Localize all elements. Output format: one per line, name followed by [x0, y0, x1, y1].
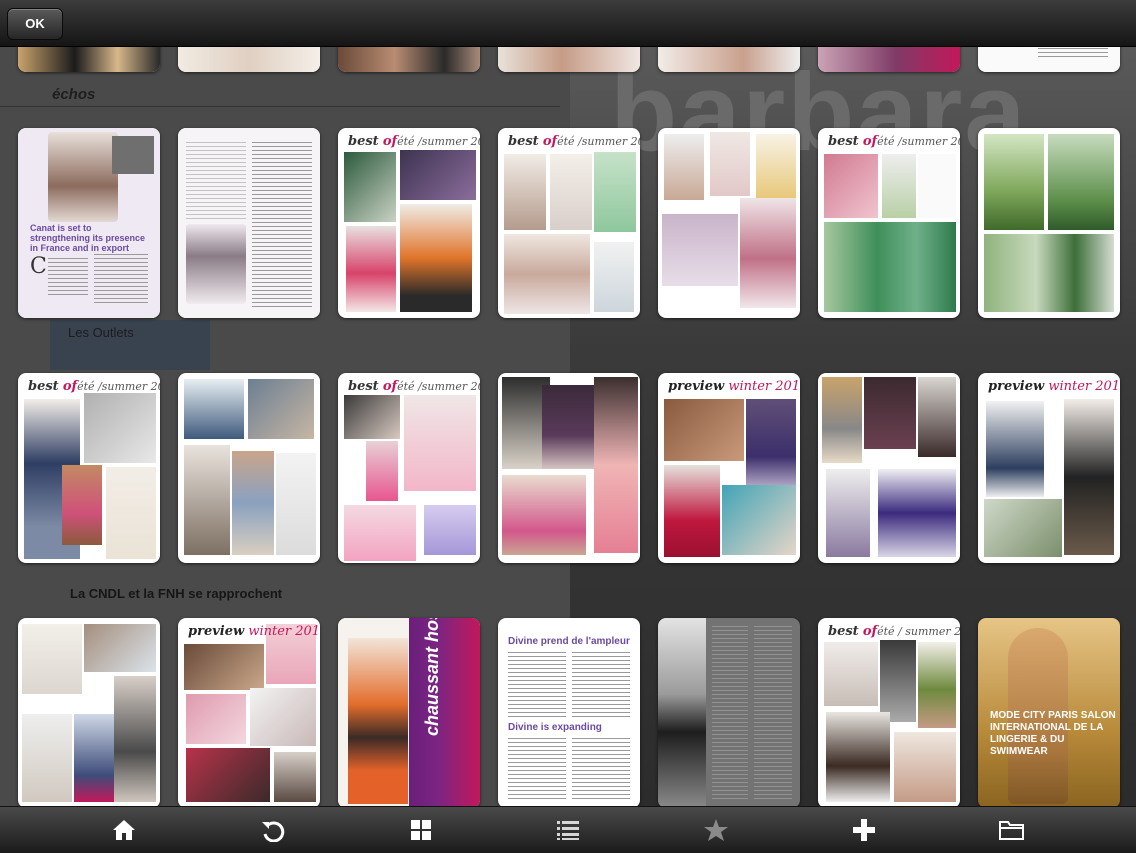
page-thumbnail[interactable]	[818, 373, 960, 563]
bookmark-button[interactable]	[702, 817, 730, 843]
page-thumbnail[interactable]: chaussant hosiery	[338, 618, 480, 808]
page-thumbnail[interactable]	[178, 373, 320, 563]
page-thumbnail[interactable]: preview winter 2013/14	[658, 373, 800, 563]
thumb-title: best ofété /summer 2013	[508, 134, 640, 149]
home-icon	[111, 818, 137, 842]
home-button[interactable]	[110, 817, 138, 843]
thumb-title: preview winter 2013/14	[988, 379, 1120, 394]
thumb-title: best ofété / summer 2013	[828, 624, 960, 639]
thumb-title: best ofété /summer 2013	[828, 134, 960, 149]
page-thumbnail[interactable]: best ofété /summer 2013	[18, 373, 160, 563]
star-icon	[703, 818, 729, 842]
undo-button[interactable]	[259, 817, 287, 843]
page-thumbnail[interactable]	[658, 128, 800, 318]
page-thumbnail[interactable]	[498, 373, 640, 563]
background-headline: La CNDL et la FNH se rapprochent	[70, 586, 283, 601]
page-thumbnail[interactable]: best ofété /summer 2013	[338, 373, 480, 563]
page-thumbnail[interactable]: MODE CITY PARIS SALON INTERNATIONAL DE L…	[978, 618, 1120, 808]
page-thumbnail[interactable]	[978, 128, 1120, 318]
hosiery-label: chaussant hosiery	[422, 618, 442, 736]
page-thumbnail[interactable]: Canat is set to strengthening its presen…	[18, 128, 160, 318]
page-thumbnail[interactable]	[178, 128, 320, 318]
thumb-title: preview winter 2013/14	[668, 379, 800, 394]
page-thumbnail[interactable]	[658, 618, 800, 808]
page-thumbnail[interactable]: best ofété / summer 2013	[818, 618, 960, 808]
folder-button[interactable]	[998, 817, 1026, 843]
folder-icon	[998, 818, 1026, 842]
grid-icon	[409, 819, 433, 841]
page-thumbnail[interactable]: best ofété /summer 2013	[338, 128, 480, 318]
add-button[interactable]	[850, 817, 878, 843]
background-section-title: échos	[52, 86, 96, 103]
article-heading: Divine prend de l'ampleur	[508, 636, 630, 647]
thumb-title: preview winter 2013/14	[188, 624, 320, 639]
thumb-title: best ofété /summer 2013	[348, 134, 480, 149]
page-thumbnail[interactable]: preview winter 2013/14	[178, 618, 320, 808]
article-heading: Divine is expanding	[508, 722, 602, 733]
page-thumbnail[interactable]	[18, 618, 160, 808]
ok-button[interactable]: OK	[7, 8, 63, 40]
background-divider	[0, 106, 560, 107]
plus-icon	[852, 818, 876, 842]
page-thumbnail[interactable]: best ofété /summer 2013	[818, 128, 960, 318]
bottom-toolbar	[0, 806, 1136, 853]
cover-title: MODE CITY PARIS SALON INTERNATIONAL DE L…	[990, 710, 1116, 757]
page-thumbnail[interactable]: preview winter 2013/14	[978, 373, 1120, 563]
article-heading: Canat is set to strengthening its presen…	[30, 223, 146, 253]
undo-icon	[260, 818, 286, 842]
list-view-button[interactable]	[554, 817, 582, 843]
grid-view-button[interactable]	[407, 817, 435, 843]
page-thumbnail[interactable]: Divine prend de l'ampleur Divine is expa…	[498, 618, 640, 808]
page-thumbnail[interactable]: best ofété /summer 2013	[498, 128, 640, 318]
thumb-title: best ofété /summer 2013	[348, 379, 480, 394]
list-icon	[555, 819, 581, 841]
top-bar: OK	[0, 0, 1136, 47]
background-subhead: Les Outlets	[68, 325, 134, 340]
thumb-title: best ofété /summer 2013	[28, 379, 160, 394]
